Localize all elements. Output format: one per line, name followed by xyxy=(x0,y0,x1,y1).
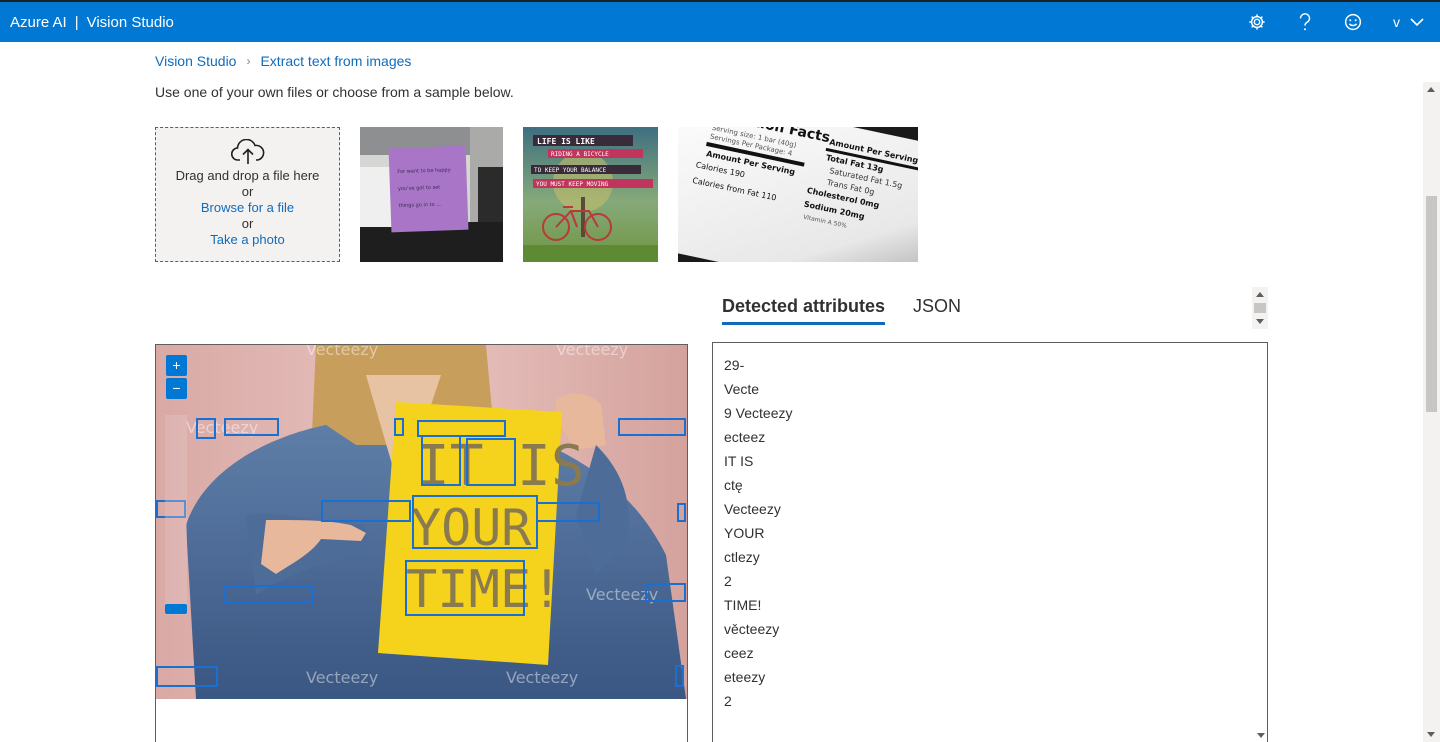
text-bounding-box[interactable] xyxy=(405,560,525,616)
bicycle-photo: LIFE IS LIKE RIDING A BICYCLE TO KEEP YO… xyxy=(523,127,658,262)
zoom-in-button[interactable]: + xyxy=(166,355,187,376)
watermark-text-1: Vecteezy xyxy=(306,345,378,359)
bike-line-2: RIDING A BICYCLE xyxy=(551,151,609,158)
brand[interactable]: Azure AI | Vision Studio xyxy=(0,14,174,31)
text-bounding-box[interactable] xyxy=(466,438,516,486)
zoom-slider-track[interactable] xyxy=(165,415,187,615)
detected-text-line: ctę xyxy=(724,477,743,493)
result-tabs: Detected attributes JSON xyxy=(722,296,961,325)
top-bar: Azure AI | Vision Studio v xyxy=(0,0,1440,42)
analyzed-image: IT IS YOUR TIME! Vecteezy Vecteezy Vecte… xyxy=(156,345,687,699)
scroll-down-arrow-icon[interactable] xyxy=(1256,319,1264,324)
tabs-scroll-thumb[interactable] xyxy=(1254,303,1266,313)
detected-text-line: Vecteezy xyxy=(724,501,781,517)
page-scroll-thumb[interactable] xyxy=(1426,196,1437,412)
help-icon xyxy=(1299,13,1311,31)
account-initial: v xyxy=(1393,14,1400,30)
text-bounding-box[interactable] xyxy=(677,503,686,522)
detected-text-line: Vecte xyxy=(724,381,760,397)
detected-text-line: ecteez xyxy=(724,429,766,445)
feedback-smiley-icon xyxy=(1344,13,1362,31)
detected-text-line: eteezy xyxy=(724,669,766,685)
feedback-button[interactable] xyxy=(1329,2,1377,42)
brand-separator: | xyxy=(74,13,79,31)
detected-text-line: ctlezy xyxy=(724,549,760,565)
text-bounding-box[interactable] xyxy=(321,500,411,522)
detected-text-line: 2 xyxy=(724,693,732,709)
detected-text-list: 29- Vecte 9 Vecteezy ecteez IT IS ctę Vecteezy… xyxy=(724,353,1256,713)
sticky-note-photo: For want to be happy you've got to set t… xyxy=(360,127,503,262)
detected-text-line: YOUR xyxy=(724,525,765,541)
zoom-slider-thumb[interactable] xyxy=(165,604,187,614)
browse-file-link[interactable]: Browse for a file xyxy=(156,200,339,216)
text-bounding-box[interactable] xyxy=(412,495,538,549)
sample-image-bicycle[interactable]: LIFE IS LIKE RIDING A BICYCLE TO KEEP YO… xyxy=(523,127,658,262)
detected-text-line: ceez xyxy=(724,645,754,661)
page-scrollbar[interactable] xyxy=(1423,82,1440,742)
product-name: Vision Studio xyxy=(86,13,174,31)
tab-detected-attributes[interactable]: Detected attributes xyxy=(722,296,886,325)
bike-line-3: TO KEEP YOUR BALANCE xyxy=(534,167,607,174)
top-actions: v xyxy=(1233,2,1440,42)
breadcrumb-current-link[interactable]: Extract text from images xyxy=(260,53,411,69)
nutrition-label-photo: Nutrition Facts Serving size: 1 bar (40g… xyxy=(678,127,918,262)
text-bounding-box[interactable] xyxy=(196,418,216,439)
results-scroll-down-arrow-icon[interactable] xyxy=(1257,733,1265,738)
gear-icon xyxy=(1249,14,1265,30)
detected-text-line: věcteezy xyxy=(724,621,780,637)
drag-drop-text: Drag and drop a file here xyxy=(175,168,320,183)
text-bounding-box[interactable] xyxy=(394,418,404,436)
take-photo-link[interactable]: Take a photo xyxy=(156,232,339,248)
detected-text-line: 29- xyxy=(724,357,745,373)
brand-name: Azure AI xyxy=(10,13,67,31)
breadcrumb-chevron-icon: › xyxy=(246,54,251,68)
bike-line-1: LIFE IS LIKE xyxy=(537,137,595,146)
chevron-down-icon xyxy=(1410,18,1424,27)
bike-line-4: YOU MUST KEEP MOVING xyxy=(536,181,609,188)
sample-image-sticky-note[interactable]: For want to be happy you've got to set t… xyxy=(360,127,503,262)
text-bounding-box[interactable] xyxy=(645,583,686,602)
scroll-up-arrow-icon[interactable] xyxy=(1256,292,1264,297)
text-bounding-box[interactable] xyxy=(224,418,279,436)
text-bounding-box[interactable] xyxy=(618,418,686,436)
detected-attributes-panel[interactable]: 29- Vecte 9 Vecteezy ecteez IT IS ctę Vecteezy… xyxy=(712,342,1268,742)
text-bounding-box[interactable] xyxy=(421,435,461,486)
settings-button[interactable] xyxy=(1233,2,1281,42)
sample-image-nutrition-facts[interactable]: Nutrition Facts Serving size: 1 bar (40g… xyxy=(678,127,918,262)
or-text: or xyxy=(241,184,254,199)
watermark-text-2: Vecteezy xyxy=(556,345,628,359)
text-bounding-box[interactable] xyxy=(224,585,313,604)
watermark-text-6: Vecteezy xyxy=(506,668,578,687)
or-text-2: or xyxy=(241,216,254,231)
text-bounding-box[interactable] xyxy=(536,502,600,522)
breadcrumb: Vision Studio › Extract text from images xyxy=(155,53,411,69)
text-bounding-box[interactable] xyxy=(156,666,218,687)
account-menu[interactable]: v xyxy=(1377,2,1440,42)
detected-text-line: TIME! xyxy=(724,597,762,613)
file-drop-zone[interactable]: Drag and drop a file here or Browse for … xyxy=(155,127,340,262)
page-scroll-up-arrow-icon[interactable] xyxy=(1427,87,1435,92)
page-scroll-down-arrow-icon[interactable] xyxy=(1427,732,1435,737)
zoom-out-button[interactable]: − xyxy=(166,378,187,399)
detected-text-line: IT IS xyxy=(724,453,754,469)
tabs-scrollbar[interactable] xyxy=(1252,287,1268,329)
results-scrollbar[interactable] xyxy=(1253,343,1267,742)
text-bounding-box[interactable] xyxy=(675,665,684,687)
tab-json[interactable]: JSON xyxy=(913,296,961,325)
help-button[interactable] xyxy=(1281,2,1329,42)
cloud-upload-icon xyxy=(230,139,264,164)
breadcrumb-root-link[interactable]: Vision Studio xyxy=(155,53,236,69)
detected-text-line: 9 Vecteezy xyxy=(724,405,793,421)
watermark-text-5: Vecteezy xyxy=(306,668,378,687)
analyzed-image-panel: IT IS YOUR TIME! Vecteezy Vecteezy Vecte… xyxy=(155,344,688,742)
detected-text-line: 2 xyxy=(724,573,732,589)
intro-text: Use one of your own files or choose from… xyxy=(155,84,514,100)
